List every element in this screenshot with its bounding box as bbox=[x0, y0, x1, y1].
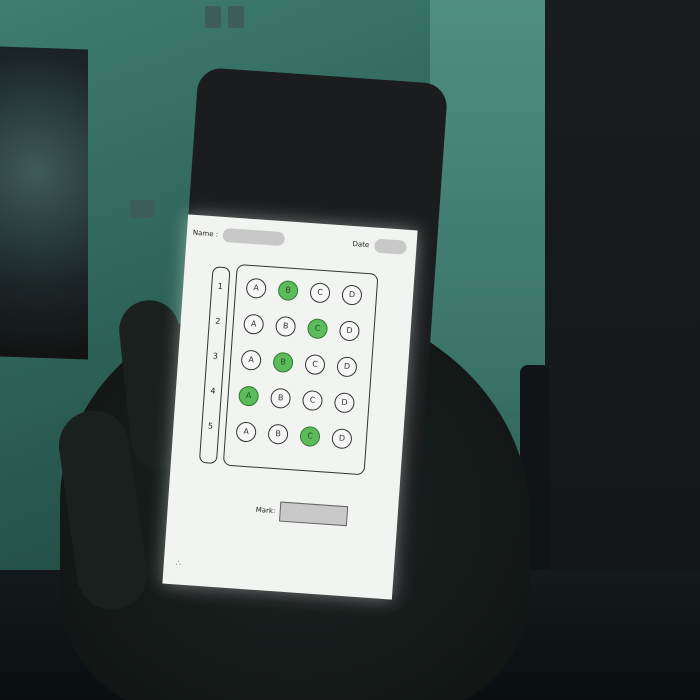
phone-screen: Name : Date 1 2 3 4 5 ABCDABCDABCDABCDAB… bbox=[162, 214, 418, 600]
answer-bubble-5-d[interactable]: D bbox=[331, 428, 353, 450]
question-number: 2 bbox=[214, 316, 221, 326]
name-field[interactable] bbox=[222, 227, 286, 247]
answer-bubble-4-d[interactable]: D bbox=[333, 392, 356, 414]
answer-bubble-3-b[interactable]: B bbox=[272, 351, 294, 374]
answer-bubble-4-b[interactable]: B bbox=[269, 387, 292, 409]
date-label: Date bbox=[352, 239, 370, 250]
answer-bubble-5-a[interactable]: A bbox=[235, 421, 257, 443]
wall-poster bbox=[0, 46, 88, 360]
answer-bubble-5-b[interactable]: B bbox=[267, 423, 289, 445]
wall-switch bbox=[205, 6, 221, 28]
answer-bubble-1-b[interactable]: B bbox=[277, 279, 299, 302]
photo-scene: Name : Date 1 2 3 4 5 ABCDABCDABCDABCDAB… bbox=[0, 0, 700, 700]
answer-bubble-3-a[interactable]: A bbox=[240, 349, 262, 371]
answer-bubble-3-c[interactable]: C bbox=[304, 353, 326, 376]
answer-bubble-2-c[interactable]: C bbox=[306, 318, 329, 340]
question-number: 1 bbox=[217, 281, 224, 292]
answer-bubble-grid: ABCDABCDABCDABCDABCD bbox=[222, 263, 379, 476]
question-number: 3 bbox=[212, 351, 219, 361]
sheet-header: Name : Date bbox=[192, 225, 411, 260]
name-label: Name : bbox=[192, 228, 219, 239]
mark-field[interactable] bbox=[278, 501, 349, 527]
answer-bubble-4-a[interactable]: A bbox=[237, 385, 260, 407]
answer-bubble-1-c[interactable]: C bbox=[309, 282, 331, 304]
date-field[interactable] bbox=[373, 238, 407, 255]
answer-bubble-5-c[interactable]: C bbox=[299, 425, 321, 448]
answer-bubble-4-c[interactable]: C bbox=[301, 389, 324, 412]
answer-bubble-2-d[interactable]: D bbox=[338, 320, 361, 342]
corner-icon: ∴ bbox=[175, 558, 182, 568]
answer-bubble-2-a[interactable]: A bbox=[243, 313, 265, 335]
answer-bubble-1-a[interactable]: A bbox=[245, 277, 267, 300]
answer-bubble-2-b[interactable]: B bbox=[274, 315, 297, 338]
wall-switch bbox=[228, 6, 244, 28]
wall-socket bbox=[130, 200, 154, 218]
question-number: 5 bbox=[207, 421, 214, 431]
mark-label: Mark: bbox=[255, 505, 276, 516]
answer-bubble-1-d[interactable]: D bbox=[341, 284, 363, 306]
question-number: 4 bbox=[210, 386, 216, 396]
answer-bubble-3-d[interactable]: D bbox=[336, 356, 358, 378]
